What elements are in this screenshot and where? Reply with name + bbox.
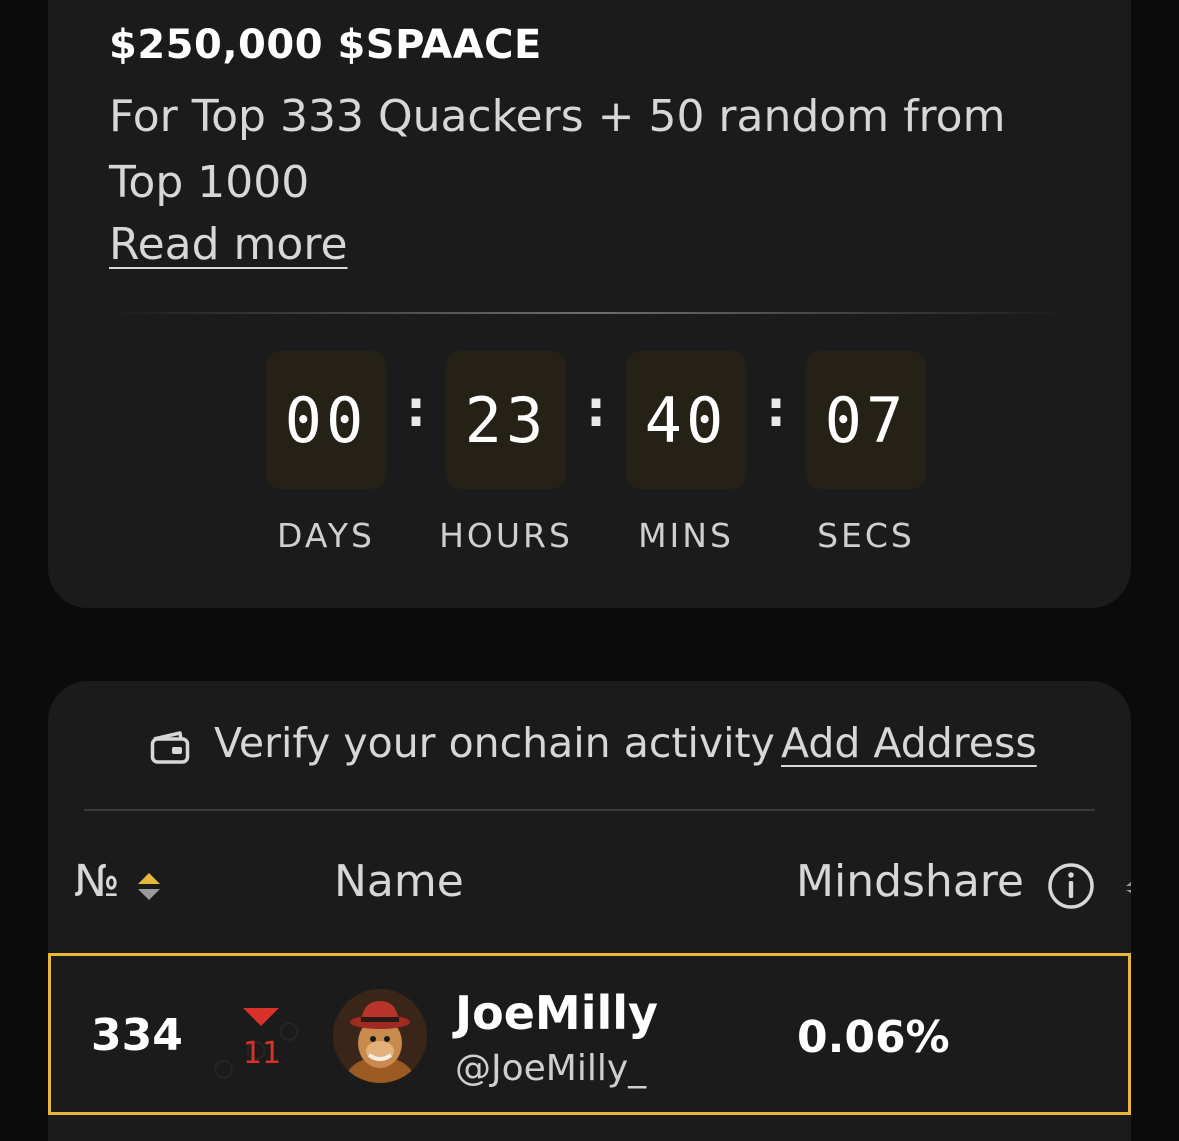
user-handle: @JoeMilly_ <box>455 1048 647 1089</box>
avatar-image <box>333 989 427 1083</box>
column-header-rank[interactable]: № <box>74 856 120 907</box>
add-address-link[interactable]: Add Address <box>781 719 1037 767</box>
reward-title: $250,000 $SPAACE <box>109 22 542 68</box>
countdown-label-days: DAYS <box>277 516 375 555</box>
avatar <box>333 989 427 1083</box>
divider <box>84 809 1095 811</box>
wallet-icon <box>150 731 190 764</box>
divider <box>108 312 1071 314</box>
countdown-secs: 07 <box>806 351 926 489</box>
reward-description: For Top 333 Quackers + 50 random from To… <box>109 91 1006 208</box>
countdown-separator: : <box>586 380 606 438</box>
mindshare-value: 0.06% <box>797 1012 950 1063</box>
user-name: JoeMilly <box>455 986 658 1040</box>
rank-down-icon <box>243 1008 279 1026</box>
table-row[interactable]: ◦◦◦ 334 11 JoeMilly @JoeMilly_ 0.06% <box>48 953 1131 1115</box>
sort-icon[interactable] <box>136 871 162 903</box>
row-rank: 334 <box>91 1010 183 1061</box>
countdown-label-hours: HOURS <box>439 516 573 555</box>
verify-text: Verify your onchain activity <box>214 719 775 767</box>
countdown-label-mins: MINS <box>638 516 734 555</box>
rank-change: 11 <box>243 1036 282 1071</box>
countdown-label-secs: SECS <box>817 516 915 555</box>
countdown-days: 00 <box>266 351 386 489</box>
countdown-hours: 23 <box>446 351 566 489</box>
leaderboard-card: Verify your onchain activity Add Address… <box>48 681 1131 1141</box>
column-header-name: Name <box>334 856 464 907</box>
read-more-link[interactable]: Read more <box>109 215 348 275</box>
countdown-separator: : <box>766 380 786 438</box>
countdown-separator: : <box>406 380 426 438</box>
info-icon[interactable] <box>1046 861 1096 911</box>
countdown-mins: 40 <box>626 351 746 489</box>
column-header-mindshare[interactable]: Mindshare <box>796 856 1024 907</box>
sort-icon[interactable] <box>1122 874 1131 898</box>
verify-row: Verify your onchain activity Add Address <box>48 719 1131 773</box>
reward-card: $250,000 $SPAACE For Top 333 Quackers + … <box>48 0 1131 608</box>
